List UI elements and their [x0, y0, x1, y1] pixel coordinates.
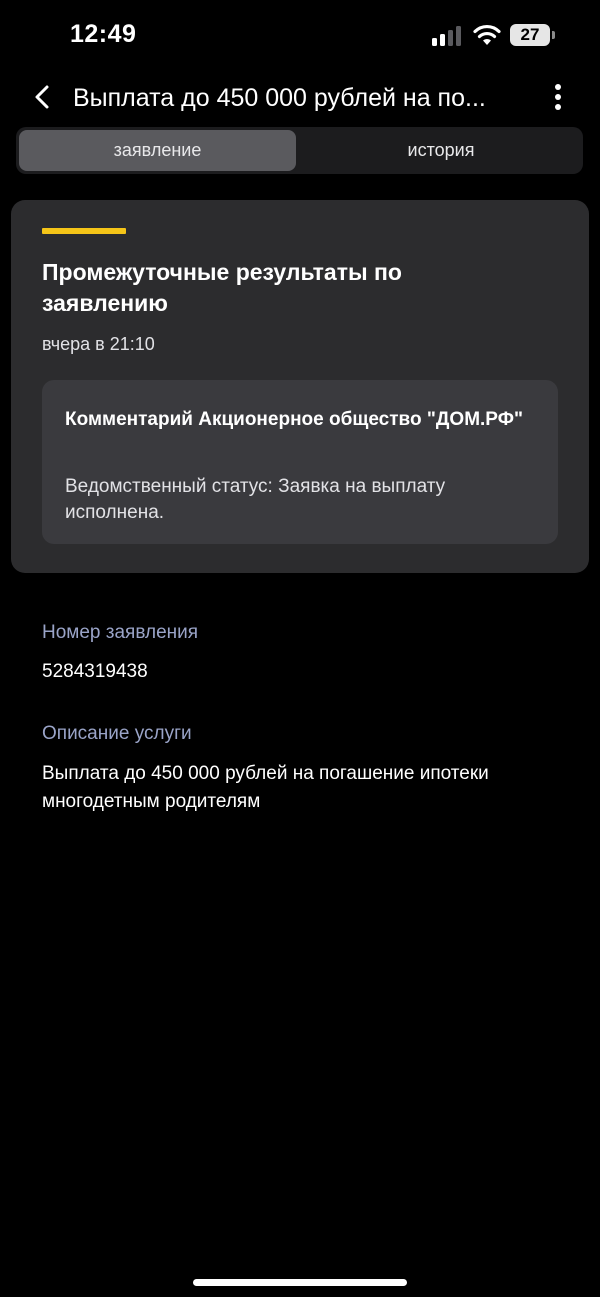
segmented-tabs: заявление история — [16, 127, 583, 174]
signal-icon — [432, 26, 461, 46]
chevron-left-icon[interactable] — [28, 82, 58, 112]
battery-cap — [552, 31, 555, 39]
comment-box: Комментарий Акционерное общество "ДОМ.РФ… — [42, 380, 558, 544]
comment-text: Ведомственный статус: Заявка на выплату … — [65, 476, 446, 523]
battery-icon: 27 — [510, 24, 550, 46]
application-number-label: Номер заявления — [42, 622, 199, 643]
card-title: Промежуточные результаты по заявлению — [42, 259, 402, 316]
accent-bar — [42, 228, 126, 234]
status-time: 12:49 — [70, 20, 137, 48]
page-title: Выплата до 450 000 рублей на по... — [73, 84, 486, 112]
comment-title: Комментарий Акционерное общество "ДОМ.РФ… — [65, 409, 523, 430]
card-timestamp: вчера в 21:10 — [42, 334, 155, 354]
tab-application[interactable]: заявление — [19, 130, 296, 171]
service-description-label: Описание услуги — [42, 723, 192, 744]
more-vertical-icon[interactable] — [545, 82, 571, 112]
status-bar: 12:49 27 — [0, 0, 600, 70]
application-number-value: 5284319438 — [42, 661, 148, 682]
tab-history[interactable]: история — [302, 130, 580, 171]
service-description-value: Выплата до 450 000 рублей на погашение и… — [42, 763, 489, 812]
home-indicator[interactable] — [193, 1279, 407, 1286]
status-card: Промежуточные результаты по заявлению вч… — [11, 200, 589, 573]
wifi-icon — [473, 24, 501, 45]
header: Выплата до 450 000 рублей на по... — [0, 70, 600, 126]
